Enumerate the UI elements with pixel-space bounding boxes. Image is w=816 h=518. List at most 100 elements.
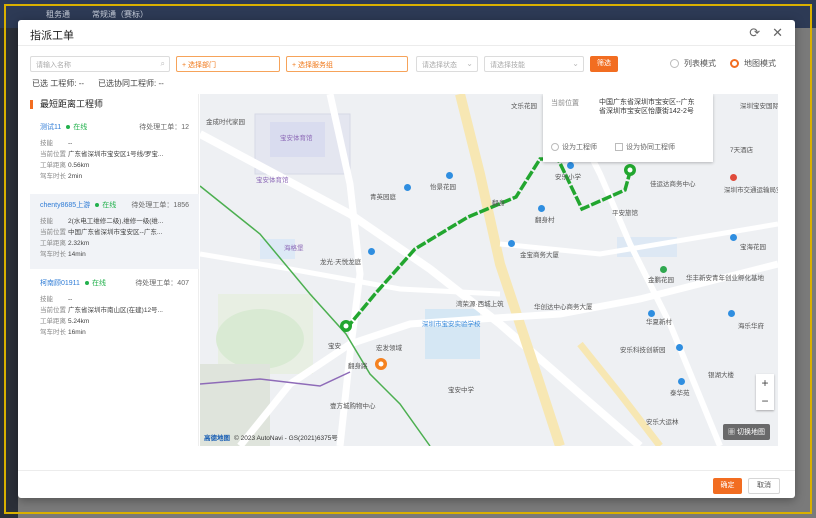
engineer-duration: 16min	[68, 329, 86, 336]
map-label: 宝安体育馆	[256, 177, 289, 184]
engineer-name: 柯南顾01911	[40, 280, 80, 287]
map-label: 翻身路	[348, 363, 368, 370]
map-label: 怡景花园	[430, 184, 456, 191]
map-label: 华夏新村	[646, 319, 672, 326]
cancel-button[interactable]: 取消	[748, 478, 780, 494]
engineer-name: chenty8685上游	[40, 202, 91, 209]
zoom-in-button[interactable]: +	[756, 374, 774, 392]
map-label: 翻身村	[535, 217, 555, 224]
map-label: 金鹏花园	[648, 277, 674, 284]
list-mode-radio[interactable]: 列表模式	[670, 58, 716, 69]
engineer-location: 广东省深圳市南山区(在建)12号...	[68, 307, 163, 314]
list-mode-label: 列表模式	[684, 59, 716, 68]
field-label: 技能	[40, 296, 53, 303]
map-attribution: 高德地图 © 2023 AutoNavi - GS(2021)6375号	[204, 432, 338, 442]
engineer-duration: 2min	[68, 173, 83, 180]
online-dot-icon	[66, 125, 71, 129]
chevron-down-icon: ⌄	[572, 59, 579, 68]
engineer-card[interactable]: 测试11 在线 待处理工单：12 技能 -- 当前位置 广东省深圳市宝安区1号线/罗…	[30, 116, 199, 191]
map-label: 龙光·天悦龙庭	[320, 259, 362, 266]
online-dot-icon	[84, 281, 89, 285]
map-label: 安乐科技创新园	[620, 347, 666, 354]
field-label: 当前位置	[40, 307, 66, 314]
poi-icon	[678, 378, 685, 385]
set-co-engineer-option[interactable]: 设为协同工程师	[615, 142, 675, 152]
dialog-header: 指派工单 ⟳ ✕	[18, 20, 795, 46]
poi-icon	[676, 344, 683, 351]
engineer-panel: 最短距离工程师 测试11 在线 待处理工单：12 技能 -- 当前位置 广东省深圳市…	[30, 94, 199, 446]
close-icon[interactable]: ✕	[772, 25, 783, 41]
amap-logo: 高德地图	[204, 435, 230, 442]
name-search-input[interactable]: 请输入名称 ⌕	[30, 56, 170, 72]
map-label: 湾荣源·西城上筑	[456, 301, 504, 308]
department-label: + 选择部门	[182, 62, 217, 69]
engineer-status: 在线	[73, 124, 88, 131]
layers-icon: ▦	[728, 429, 736, 436]
engineer-location: 广东省深圳市宝安区1号线/罗宝...	[68, 151, 164, 158]
set-engineer-label: 设为工程师	[562, 144, 597, 151]
set-engineer-option[interactable]: 设为工程师	[551, 142, 597, 152]
poi-icon	[660, 266, 667, 273]
switch-map-button[interactable]: ▦ 切换地图	[723, 424, 770, 440]
refresh-icon[interactable]: ⟳	[749, 25, 760, 41]
radio-on-icon	[730, 59, 739, 68]
field-label: 驾车时长	[40, 251, 66, 258]
map-label: 宝安体育馆	[280, 135, 313, 142]
assign-dialog: 指派工单 ⟳ ✕ 请输入名称 ⌕ + 选择部门 + 选择服务组 请选择状态 ⌄ …	[18, 20, 795, 498]
map-label: 佳运达商务中心	[650, 181, 696, 188]
map-mode-label: 地图模式	[744, 59, 776, 68]
poi-icon	[730, 174, 737, 181]
engineer-skill: --	[68, 296, 73, 303]
background-tab: 租务通	[46, 10, 70, 19]
pending-count: 待处理工单：407	[135, 280, 189, 287]
status-select[interactable]: 请选择状态 ⌄	[416, 56, 478, 72]
engineer-distance: 0.56km	[68, 162, 90, 169]
map-label: 文乐花园	[511, 103, 537, 110]
service-group-select[interactable]: + 选择服务组	[286, 56, 408, 72]
engineer-skill: --	[68, 140, 73, 147]
poi-icon	[404, 184, 411, 191]
map-label: 泰华苑	[670, 390, 690, 397]
background-tab: 常规通（赛标）	[92, 10, 148, 19]
map-view[interactable]: 宝安体育馆 宝安体育馆 海格堡 金成时代家园 龙光·天悦龙庭 青英园庭 怡景花园…	[200, 94, 778, 446]
engineer-card[interactable]: chenty8685上游 在线 待处理工单：1856 技能 2(水电工维修二级),…	[30, 194, 199, 269]
map-label: 平安旅馆	[612, 210, 638, 217]
skill-select[interactable]: 请选择技能 ⌄	[484, 56, 584, 72]
set-co-engineer-label: 设为协同工程师	[626, 144, 675, 151]
confirm-button[interactable]: 确定	[713, 478, 742, 494]
field-label: 当前位置	[40, 151, 66, 158]
engineer-distance: 2.32km	[68, 240, 90, 247]
status-placeholder: 请选择状态	[422, 62, 457, 69]
map-label: 宝安中学	[448, 387, 474, 394]
field-label: 当前位置	[40, 229, 66, 236]
filter-button[interactable]: 筛选	[590, 56, 618, 72]
map-label: 华创达中心商务大厦	[534, 304, 593, 311]
engineer-skill: 2(水电工维修二级),维修一级(维...	[68, 218, 164, 225]
poi-icon	[538, 205, 545, 212]
location-value: 中国广东省深圳市宝安区--广东省深圳市宝安区怡康街142-2号	[599, 99, 695, 115]
background-sidebar	[0, 28, 18, 518]
poi-icon	[648, 310, 655, 317]
chevron-down-icon: ⌄	[466, 59, 473, 68]
name-placeholder: 请输入名称	[36, 62, 71, 69]
engineer-status: 在线	[91, 280, 106, 287]
zoom-out-button[interactable]: −	[756, 392, 774, 410]
location-popup: 当前位置 中国广东省深圳市宝安区--广东省深圳市宝安区怡康街142-2号 设为工…	[543, 94, 713, 162]
pending-count: 待处理工单：1856	[131, 202, 189, 209]
map-label: 海乐华府	[738, 323, 764, 330]
map-label: 金宝商务大厦	[520, 252, 559, 259]
map-label: 宝安	[328, 343, 341, 350]
field-label: 技能	[40, 140, 53, 147]
poi-icon	[368, 248, 375, 255]
map-mode-radio[interactable]: 地图模式	[730, 58, 776, 69]
engineer-distance: 5.24km	[68, 318, 90, 325]
department-select[interactable]: + 选择部门	[176, 56, 280, 72]
location-label: 当前位置	[551, 100, 579, 107]
map-label: 宝海花园	[740, 244, 766, 251]
poi-icon	[446, 172, 453, 179]
field-label: 工单距离	[40, 318, 66, 325]
engineer-card[interactable]: 柯南顾01911 在线 待处理工单：407 技能 -- 当前位置 广东省深圳市南山区…	[30, 272, 199, 347]
switch-map-label: 切换地图	[737, 429, 765, 436]
skill-placeholder: 请选择技能	[490, 62, 525, 69]
filter-bar: 请输入名称 ⌕ + 选择部门 + 选择服务组 请选择状态 ⌄ 请选择技能 ⌄ 筛…	[30, 56, 781, 72]
